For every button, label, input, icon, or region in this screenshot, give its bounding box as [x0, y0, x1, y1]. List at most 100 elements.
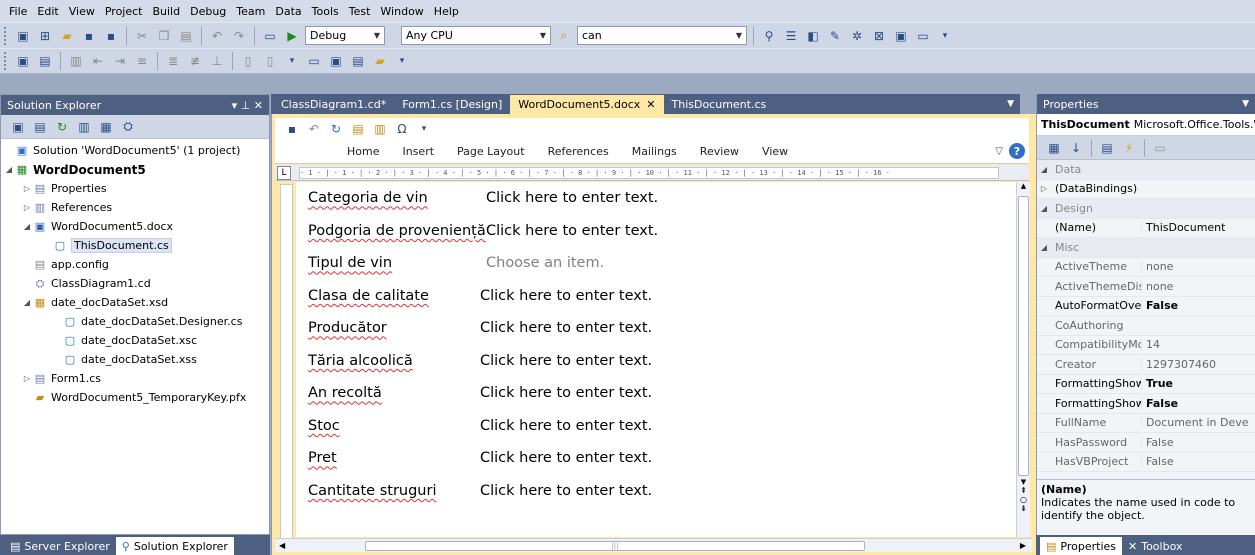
- panel-controls[interactable]: ▾ ⊥ ✕: [232, 99, 263, 112]
- tab-solution-explorer[interactable]: ⚲ Solution Explorer: [115, 537, 234, 555]
- object-selector[interactable]: ThisDocument Microsoft.Office.Tools.W: [1037, 114, 1255, 136]
- tree-item[interactable]: ▢ date_docDataSet.xsc: [1, 331, 269, 350]
- cut-icon[interactable]: ✂: [133, 27, 151, 45]
- configuration-select[interactable]: Debug ▼: [305, 26, 385, 45]
- next-page-icon[interactable]: ⇟: [1017, 504, 1030, 513]
- menu-window[interactable]: Window: [375, 5, 428, 18]
- text-content-control[interactable]: Click here to enter text.: [480, 320, 652, 336]
- toolbox-icon[interactable]: ✎: [826, 27, 844, 45]
- align-left-icon[interactable]: ≡: [133, 52, 151, 70]
- menu-tools[interactable]: Tools: [307, 5, 344, 18]
- tree-item[interactable]: ◢ ▦ date_docDataSet.xsd: [1, 293, 269, 312]
- expand-arrow-icon[interactable]: ▷: [21, 184, 33, 193]
- undo-icon[interactable]: ↶: [208, 27, 226, 45]
- tree-item[interactable]: ▷ ▤ Form1.cs: [1, 369, 269, 388]
- dropdown-content-control[interactable]: Choose an item.: [486, 255, 604, 271]
- tab-server-explorer[interactable]: ▤ Server Explorer: [4, 537, 116, 555]
- document-page[interactable]: Categoria de vin Click here to enter text…: [296, 182, 1016, 537]
- menu-build[interactable]: Build: [147, 5, 185, 18]
- property-row[interactable]: ActiveThemeDispnone: [1037, 277, 1255, 297]
- scroll-down-icon[interactable]: ▼: [1017, 478, 1030, 486]
- property-pages-icon[interactable]: ▭: [1151, 139, 1169, 157]
- property-category[interactable]: ◢ Data: [1037, 160, 1255, 180]
- collapse-arrow-icon[interactable]: ◢: [21, 222, 33, 231]
- tab-this-document[interactable]: ThisDocument.cs: [664, 95, 775, 114]
- next-bookmark-icon[interactable]: ▯: [261, 52, 279, 70]
- property-row[interactable]: Creator 1297307460: [1037, 355, 1255, 375]
- toolbar-options-icon[interactable]: ▾: [393, 52, 411, 70]
- view-designer-icon[interactable]: ▦: [97, 118, 115, 136]
- properties-icon[interactable]: ▣: [9, 118, 27, 136]
- tree-item[interactable]: ▣ Solution 'WordDocument5' (1 project): [1, 141, 269, 160]
- property-row[interactable]: AutoFormatOver False: [1037, 297, 1255, 316]
- format-painter-icon[interactable]: ▥: [371, 120, 389, 138]
- text-content-control[interactable]: Click here to enter text.: [480, 483, 652, 499]
- property-row[interactable]: HasVBProject False: [1037, 453, 1255, 472]
- tab-selector-icon[interactable]: L: [277, 165, 291, 180]
- collapse-arrow-icon[interactable]: ◢: [1037, 243, 1051, 252]
- tab-properties[interactable]: ▤ Properties: [1040, 537, 1122, 555]
- property-row[interactable]: (Name) ThisDocument: [1037, 219, 1255, 238]
- tab-form1-design[interactable]: Form1.cs [Design]: [394, 95, 510, 114]
- comment-icon[interactable]: ≣: [164, 52, 182, 70]
- menu-edit[interactable]: Edit: [32, 5, 63, 18]
- text-content-control[interactable]: Click here to enter text.: [486, 190, 658, 206]
- refresh-icon[interactable]: ↻: [53, 118, 71, 136]
- tree-item[interactable]: ▢ date_docDataSet.xss: [1, 350, 269, 369]
- find-in-files-icon[interactable]: ⌕: [555, 27, 573, 45]
- scroll-right-icon[interactable]: ▶: [1020, 541, 1026, 550]
- copy-icon[interactable]: ❐: [155, 27, 173, 45]
- property-row[interactable]: FormattingShowI False: [1037, 394, 1255, 414]
- ruler-scale[interactable]: · 1 · | · 1 · | · 2 · | · 3 · | · 4 · | …: [299, 166, 999, 179]
- show-all-files-icon[interactable]: ▤: [31, 118, 49, 136]
- property-row[interactable]: CoAuthoring: [1037, 316, 1255, 336]
- help-icon[interactable]: ?: [1009, 143, 1025, 159]
- tree-item[interactable]: ▢ ThisDocument.cs: [1, 236, 269, 255]
- ribbon-tab-page-layout[interactable]: Page Layout: [457, 145, 525, 158]
- text-content-control[interactable]: Click here to enter text.: [480, 418, 652, 434]
- document-horizontal-scrollbar[interactable]: ◀ ||| ▶: [275, 538, 1032, 552]
- save-icon[interactable]: ▪: [283, 120, 301, 138]
- increase-indent-icon[interactable]: ⇥: [111, 52, 129, 70]
- redo-icon[interactable]: ↻: [327, 120, 345, 138]
- tree-item[interactable]: ◢ ▦ WordDocument5: [1, 160, 269, 179]
- property-row[interactable]: ▷ (DataBindings): [1037, 180, 1255, 199]
- chevron-down-icon[interactable]: ▼: [1242, 99, 1249, 109]
- text-content-control[interactable]: Click here to enter text.: [480, 288, 652, 304]
- tree-item[interactable]: ◢ ▣ WordDocument5.docx: [1, 217, 269, 236]
- tree-item[interactable]: ⛭ ClassDiagram1.cd: [1, 274, 269, 293]
- property-row[interactable]: HasPassword False: [1037, 433, 1255, 453]
- quick-info-icon[interactable]: ▣: [14, 52, 32, 70]
- expand-arrow-icon[interactable]: ▷: [21, 203, 33, 212]
- tree-item[interactable]: ▰ WordDocument5_TemporaryKey.pfx: [1, 388, 269, 407]
- save-all-icon[interactable]: ▪: [102, 27, 120, 45]
- expand-arrow-icon[interactable]: ▷: [21, 374, 33, 383]
- text-content-control[interactable]: Click here to enter text.: [486, 223, 658, 239]
- select-browse-object-icon[interactable]: ○: [1017, 495, 1030, 504]
- view-class-diagram-icon[interactable]: ⛭: [119, 118, 137, 136]
- extension-manager-icon[interactable]: ⊠: [870, 27, 888, 45]
- find-input[interactable]: can ▼: [577, 26, 747, 45]
- property-category[interactable]: ◢ Design: [1037, 199, 1255, 219]
- categorized-icon[interactable]: ▦: [1045, 139, 1063, 157]
- code-definition-icon[interactable]: ▣: [327, 52, 345, 70]
- start-page-icon[interactable]: ▣: [892, 27, 910, 45]
- ribbon-tab-view[interactable]: View: [762, 145, 788, 158]
- text-content-control[interactable]: Click here to enter text.: [480, 450, 652, 466]
- property-row[interactable]: ActiveTheme none: [1037, 258, 1255, 277]
- property-value[interactable]: True: [1141, 377, 1255, 391]
- platform-select[interactable]: Any CPU ▼: [401, 26, 551, 45]
- customize-qat-icon[interactable]: ▾: [415, 120, 433, 138]
- new-project-icon[interactable]: ▣: [14, 27, 32, 45]
- add-item-icon[interactable]: ⊞: [36, 27, 54, 45]
- collapse-arrow-icon[interactable]: ◢: [21, 298, 33, 307]
- symbol-icon[interactable]: Ω: [393, 120, 411, 138]
- decrease-indent-icon[interactable]: ⇤: [89, 52, 107, 70]
- scroll-left-icon[interactable]: ◀: [279, 541, 285, 550]
- save-icon[interactable]: ▪: [80, 27, 98, 45]
- open-file-icon[interactable]: ▰: [58, 27, 76, 45]
- menu-data[interactable]: Data: [270, 5, 306, 18]
- menu-team[interactable]: Team: [231, 5, 270, 18]
- minimize-ribbon-icon[interactable]: ▽: [995, 146, 1003, 157]
- navigate-icon[interactable]: ▭: [261, 27, 279, 45]
